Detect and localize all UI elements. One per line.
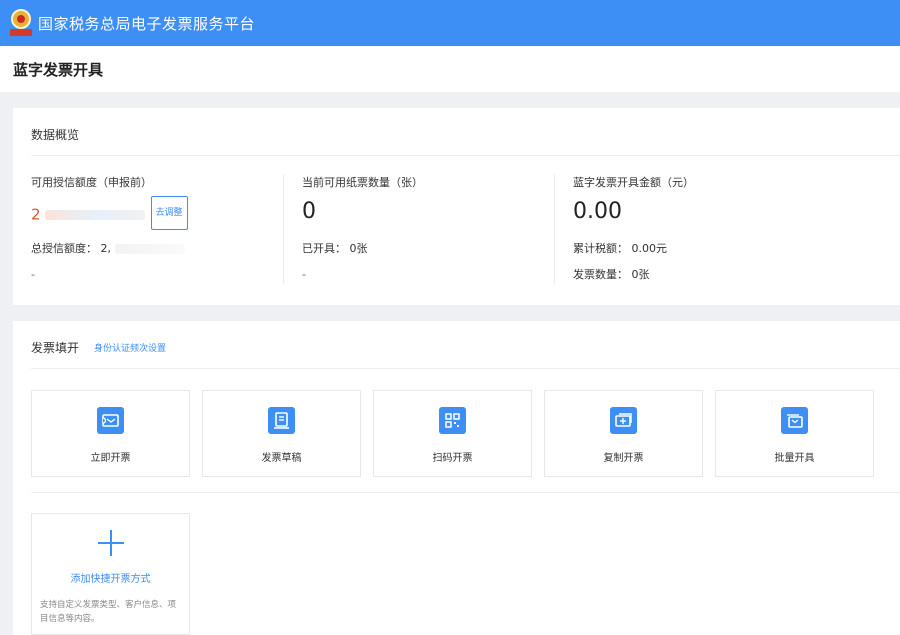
issue-card: 发票填开 身份认证频次设置 立即开票 发票草稿 扫码开票 复制开票 批量开具 添…: [13, 321, 900, 635]
app-title: 国家税务总局电子发票服务平台: [38, 14, 256, 33]
total-credit-label: 总授信额度：: [31, 242, 97, 255]
credit-label: 可用授信额度（申报前）: [31, 176, 152, 189]
tax-label: 累计税额：: [573, 242, 628, 255]
tax-value: 0.00元: [631, 242, 668, 255]
tile-scan[interactable]: 扫码开票: [373, 390, 532, 477]
stat-separator: [283, 174, 284, 284]
stat-separator: [554, 174, 555, 284]
overview-divider: [31, 155, 900, 156]
copy-ticket-icon: [610, 407, 637, 434]
top-header: 国家税务总局电子发票服务平台: [0, 0, 900, 46]
tile-label: 扫码开票: [432, 453, 473, 464]
adjust-button[interactable]: 去调整: [150, 196, 188, 230]
count-value: 0张: [631, 268, 650, 281]
credit-dash: -: [31, 268, 35, 281]
page-header: 蓝字发票开具: [0, 46, 900, 92]
add-shortcut-label: 添加快捷开票方式: [70, 574, 151, 585]
issued-row: 已开具： 0张: [302, 240, 423, 256]
count-row: 发票数量： 0张: [573, 266, 694, 282]
tile-batch[interactable]: 批量开具: [715, 390, 874, 477]
tiles-divider: [31, 492, 900, 493]
add-shortcut-desc: 支持自定义发票类型、客户信息、项目信息等内容。: [40, 600, 177, 624]
tile-label: 发票草稿: [261, 453, 302, 464]
auth-frequency-link[interactable]: 身份认证频次设置: [94, 341, 166, 354]
paper-label: 当前可用纸票数量（张）: [302, 176, 423, 189]
paper-stat: 当前可用纸票数量（张） 0 已开具： 0张 -: [302, 174, 423, 281]
tile-label: 复制开票: [603, 453, 644, 464]
redacted-block: [115, 244, 185, 254]
page-title: 蓝字发票开具: [13, 60, 104, 79]
issued-value: 0张: [349, 242, 368, 255]
plus-icon: [98, 530, 124, 556]
overview-card: 数据概览 可用授信额度（申报前） 2 去调整 总授信额度： 2, - 当前可用纸票…: [13, 108, 900, 305]
tile-label: 批量开具: [774, 453, 815, 464]
ticket-icon: [97, 407, 124, 434]
issue-divider: [31, 368, 900, 369]
tax-emblem-logo: [10, 9, 32, 37]
credit-value-row: 2 去调整: [31, 196, 188, 230]
amount-label: 蓝字发票开具金额（元）: [573, 176, 694, 189]
tile-issue-now[interactable]: 立即开票: [31, 390, 190, 477]
credit-stat: 可用授信额度（申报前） 2 去调整 总授信额度： 2, -: [31, 174, 188, 281]
draft-icon: [268, 407, 295, 434]
tile-copy[interactable]: 复制开票: [544, 390, 703, 477]
amount-stat: 蓝字发票开具金额（元） 0.00 累计税额： 0.00元 发票数量： 0张: [573, 174, 694, 282]
batch-icon: [781, 407, 808, 434]
add-shortcut-tile[interactable]: 添加快捷开票方式 支持自定义发票类型、客户信息、项目信息等内容。: [31, 513, 190, 635]
redacted-block: [44, 210, 145, 220]
credit-value: 2: [31, 205, 41, 224]
issued-label: 已开具：: [302, 242, 346, 255]
overview-title: 数据概览: [31, 128, 80, 142]
tax-row: 累计税额： 0.00元: [573, 240, 694, 256]
paper-dash: -: [302, 268, 306, 281]
total-credit-row: 总授信额度： 2,: [31, 240, 188, 256]
tile-draft[interactable]: 发票草稿: [202, 390, 361, 477]
issue-title: 发票填开: [31, 341, 80, 355]
amount-value: 0.00: [573, 199, 622, 224]
tile-label: 立即开票: [90, 453, 131, 464]
total-credit-value: 2,: [100, 242, 112, 255]
count-label: 发票数量：: [573, 268, 628, 281]
paper-value: 0: [302, 199, 316, 224]
qrcode-icon: [439, 407, 466, 434]
